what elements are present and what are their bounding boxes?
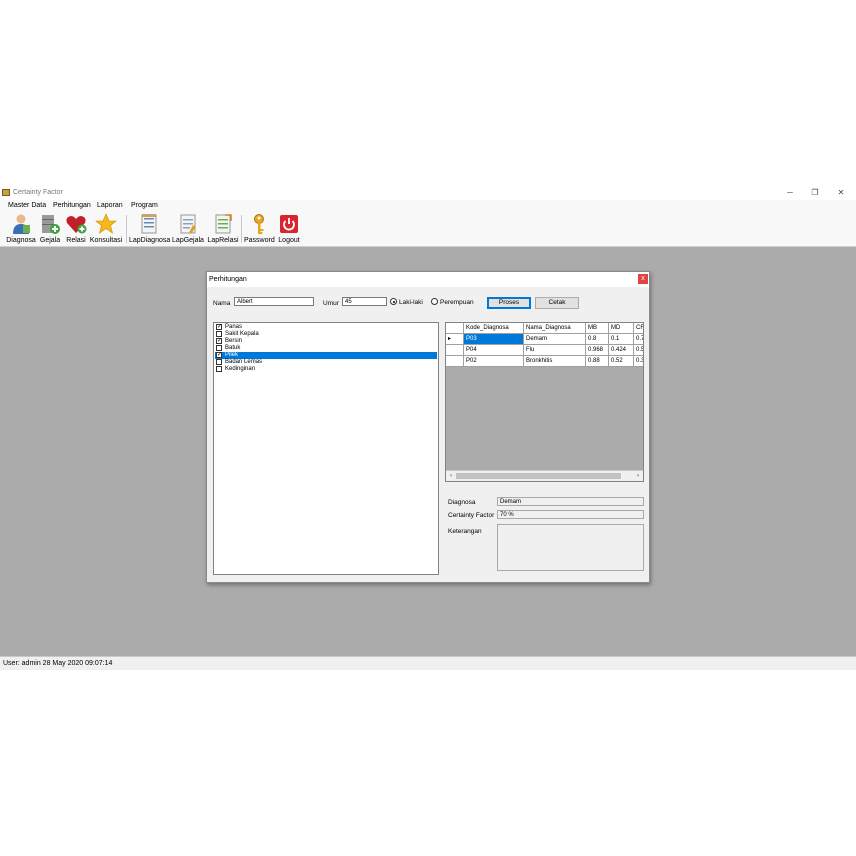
grid-header-mb[interactable]: MB — [586, 323, 609, 334]
grid-header-nama-diagnosa[interactable]: Nama_Diagnosa — [524, 323, 586, 334]
table-cell[interactable]: Demam — [524, 334, 586, 345]
dialog-title-bar: Perhitungan x — [207, 272, 649, 287]
symptom-item-kedinginan[interactable]: Kedinginan — [215, 366, 437, 373]
table-cell[interactable]: 0.52 — [609, 356, 634, 367]
certainty-factor-label: Certainty Factor — [448, 512, 495, 519]
table-cell[interactable]: 0.8 — [586, 334, 609, 345]
toolbar-konsultasi-button[interactable]: Konsultasi — [89, 213, 123, 244]
symptom-checkbox[interactable] — [216, 366, 222, 372]
radio-perempuan[interactable] — [431, 298, 438, 305]
nama-field[interactable]: Albert — [234, 297, 314, 306]
toolbar-lapgejala-button[interactable]: LapGejala — [172, 213, 204, 244]
report-icon — [138, 213, 160, 235]
app-icon — [2, 189, 10, 196]
toolbar-relasi-button[interactable]: Relasi — [65, 213, 87, 244]
table-cell[interactable]: 0.7 — [634, 334, 643, 345]
symptom-item-batuk[interactable]: Batuk — [215, 345, 437, 352]
scroll-left-icon[interactable]: ‹ — [446, 471, 456, 481]
row-header[interactable] — [446, 345, 464, 356]
star-icon — [95, 213, 117, 235]
table-cell[interactable]: 0.5 — [634, 345, 643, 356]
heart-add-icon — [65, 213, 87, 235]
umur-field[interactable]: 45 — [342, 297, 387, 306]
toolbar: Diagnosa Gejala Relasi Konsultasi LapDia… — [0, 212, 856, 247]
row-header-current[interactable]: ▸ — [446, 334, 464, 345]
keterangan-textarea[interactable] — [497, 524, 644, 571]
table-cell[interactable]: Flu — [524, 345, 586, 356]
diagnosa-result-field[interactable]: Demam — [497, 497, 644, 506]
symptom-checkbox[interactable]: ✓ — [216, 338, 222, 344]
status-bar: User: admin 28 May 2020 09:07:14 — [0, 656, 856, 670]
toolbar-lapdiagnosa-button[interactable]: LapDiagnosa — [129, 213, 170, 244]
title-bar: Certainty Factor ─ ❐ ✕ — [0, 186, 856, 200]
symptom-checklist: ✓ Panas Sakit Kepala ✓ Bersin Batuk ✓ Pi… — [213, 322, 439, 575]
status-text: User: admin 28 May 2020 09:07:14 — [3, 660, 113, 667]
symptom-checkbox[interactable]: ✓ — [216, 324, 222, 330]
table-cell[interactable]: 0.424 — [609, 345, 634, 356]
menu-bar: Master Data Perhitungan Laporan Program — [0, 200, 856, 212]
table-cell[interactable]: P02 — [464, 356, 524, 367]
report-edit-icon — [177, 213, 199, 235]
table-cell[interactable]: P04 — [464, 345, 524, 356]
toolbar-logout-button[interactable]: Logout — [277, 213, 301, 244]
table-cell[interactable]: 0.88 — [586, 356, 609, 367]
menu-laporan[interactable]: Laporan — [97, 202, 123, 209]
doctor-icon — [10, 213, 32, 235]
report-relation-icon — [212, 213, 234, 235]
grid-header-md[interactable]: MD — [609, 323, 634, 334]
toolbar-gejala-button[interactable]: Gejala — [39, 213, 61, 244]
toolbar-password-button[interactable]: Password — [244, 213, 275, 244]
symptom-item-panas[interactable]: ✓ Panas — [215, 324, 437, 331]
symptom-checkbox[interactable]: ✓ — [216, 352, 222, 358]
database-add-icon — [39, 213, 61, 235]
grid-header-kode-diagnosa[interactable]: Kode_Diagnosa — [464, 323, 524, 334]
toolbar-separator — [126, 215, 127, 243]
symptom-item-pilek[interactable]: ✓ Pilek — [215, 352, 437, 359]
symptom-item-sakit-kepala[interactable]: Sakit Kepala — [215, 331, 437, 338]
dialog-title: Perhitungan — [209, 276, 247, 283]
table-cell[interactable]: Bronkhitis — [524, 356, 586, 367]
window-title: Certainty Factor — [13, 189, 63, 196]
menu-master-data[interactable]: Master Data — [8, 202, 46, 209]
symptom-checkbox[interactable] — [216, 359, 222, 365]
toolbar-laprelasi-button[interactable]: LapRelasi — [207, 213, 239, 244]
proses-button[interactable]: Proses — [487, 297, 531, 309]
minimize-button[interactable]: ─ — [778, 187, 802, 199]
laki-laki-label: Laki-laki — [399, 299, 423, 306]
cetak-button[interactable]: Cetak — [535, 297, 579, 309]
toolbar-diagnosa-button[interactable]: Diagnosa — [5, 213, 37, 244]
table-cell[interactable]: P03 — [464, 334, 524, 345]
certainty-factor-field[interactable]: 70 % — [497, 510, 644, 519]
power-icon — [278, 213, 300, 235]
toolbar-separator — [241, 215, 242, 243]
key-icon — [248, 213, 270, 235]
table-cell[interactable]: 0.1 — [609, 334, 634, 345]
grid-header-cf[interactable]: CF — [634, 323, 643, 334]
diagnosis-grid: Kode_Diagnosa Nama_Diagnosa MB MD CF ▸ P… — [445, 322, 644, 482]
scroll-right-icon[interactable]: › — [633, 471, 643, 481]
symptom-item-bersin[interactable]: ✓ Bersin — [215, 338, 437, 345]
row-header[interactable] — [446, 356, 464, 367]
close-window-button[interactable]: ✕ — [829, 187, 853, 199]
dialog-close-button[interactable]: x — [638, 274, 648, 284]
menu-perhitungan[interactable]: Perhitungan — [53, 202, 91, 209]
diagnosa-result-label: Diagnosa — [448, 499, 476, 506]
umur-label: Umur — [323, 300, 339, 307]
keterangan-label: Keterangan — [448, 528, 482, 535]
nama-label: Nama — [213, 300, 231, 307]
perempuan-label: Perempuan — [440, 299, 474, 306]
scroll-thumb[interactable] — [456, 473, 621, 479]
symptom-checkbox[interactable] — [216, 331, 222, 337]
maximize-button[interactable]: ❐ — [803, 187, 827, 199]
table-cell[interactable]: 0.968 — [586, 345, 609, 356]
symptom-item-badan-lemas[interactable]: Badan Lemas — [215, 359, 437, 366]
radio-laki-laki[interactable] — [390, 298, 397, 305]
grid-corner-header — [446, 323, 464, 334]
menu-program[interactable]: Program — [131, 202, 158, 209]
grid-horizontal-scrollbar[interactable]: ‹ › — [446, 470, 643, 481]
perhitungan-dialog: Perhitungan x Nama Albert Umur 45 Laki-l… — [206, 271, 650, 583]
table-cell[interactable]: 0.3 — [634, 356, 643, 367]
symptom-checkbox[interactable] — [216, 345, 222, 351]
